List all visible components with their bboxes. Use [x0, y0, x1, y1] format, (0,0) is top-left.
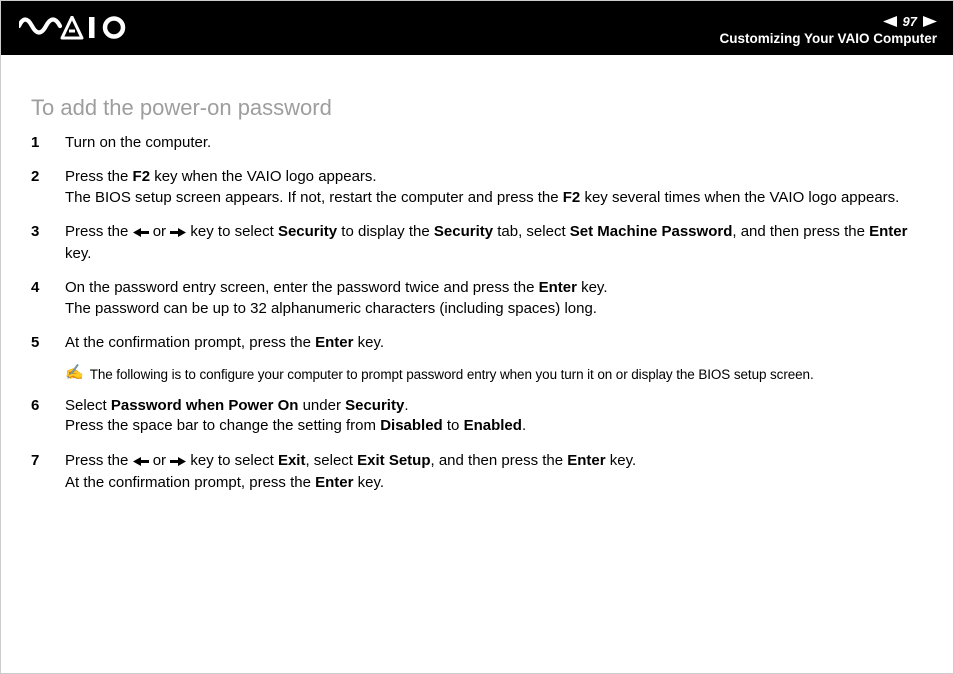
note-text: The following is to configure your compu…: [90, 367, 814, 382]
key-enter: Enter: [869, 223, 907, 240]
t: On the password entry screen, enter the …: [65, 279, 539, 296]
vaio-logo: [19, 16, 129, 40]
step-4: On the password entry screen, enter the …: [31, 278, 923, 319]
bold: Enabled: [464, 417, 522, 434]
note-block: ✍ The following is to configure your com…: [65, 367, 923, 382]
t: key.: [606, 452, 637, 469]
t: key when the VAIO logo appears.: [150, 168, 377, 185]
t: key.: [353, 474, 384, 491]
nav-prev-icon[interactable]: [883, 16, 897, 27]
note-icon: ✍: [65, 365, 84, 380]
t: under: [298, 397, 345, 414]
bold: Disabled: [380, 417, 443, 434]
t: , select: [305, 452, 357, 469]
bold: Exit: [278, 452, 306, 469]
nav-next-icon[interactable]: [923, 16, 937, 27]
page-heading: To add the power-on password: [31, 95, 923, 121]
t: Press the: [65, 452, 133, 469]
t: key several times when the VAIO logo app…: [580, 189, 899, 206]
key-enter: Enter: [315, 474, 353, 491]
t: Press the: [65, 223, 133, 240]
t: to display the: [337, 223, 434, 240]
arrow-left-icon: [133, 453, 149, 473]
t: , and then press the: [732, 223, 869, 240]
step-6: Select Password when Power On under Secu…: [31, 396, 923, 437]
t: tab, select: [493, 223, 570, 240]
t: or: [149, 223, 171, 240]
page-number: 97: [901, 14, 919, 29]
t: .: [522, 417, 526, 434]
arrow-right-icon: [170, 224, 186, 244]
step-5: At the confirmation prompt, press the En…: [31, 333, 923, 353]
arrow-right-icon: [170, 453, 186, 473]
t: to: [443, 417, 464, 434]
t: key to select: [186, 452, 278, 469]
t: The password can be up to 32 alphanumeri…: [65, 300, 597, 317]
t: Press the: [65, 168, 133, 185]
t: The BIOS setup screen appears. If not, r…: [65, 189, 563, 206]
bold: Set Machine Password: [570, 223, 733, 240]
content-area: To add the power-on password Turn on the…: [1, 55, 953, 493]
key-enter: Enter: [567, 452, 605, 469]
steps-list: Turn on the computer. Press the F2 key w…: [31, 133, 923, 353]
step-1: Turn on the computer.: [31, 133, 923, 153]
t: key to select: [186, 223, 278, 240]
bold: Security: [278, 223, 337, 240]
t: or: [149, 452, 171, 469]
t: key.: [353, 334, 384, 351]
key-enter: Enter: [539, 279, 577, 296]
header-right: 97 Customizing Your VAIO Computer: [719, 14, 937, 46]
section-title: Customizing Your VAIO Computer: [719, 31, 937, 46]
key-enter: Enter: [315, 334, 353, 351]
steps-list-cont: Select Password when Power On under Secu…: [31, 396, 923, 493]
t: key.: [577, 279, 608, 296]
step-7: Press the or key to select Exit, select …: [31, 451, 923, 494]
arrow-left-icon: [133, 224, 149, 244]
t: Select: [65, 397, 111, 414]
t: .: [404, 397, 408, 414]
step-2: Press the F2 key when the VAIO logo appe…: [31, 167, 923, 208]
key-f2: F2: [133, 168, 151, 185]
page-nav: 97: [719, 14, 937, 29]
step-text: Turn on the computer.: [65, 134, 211, 151]
bold: Security: [434, 223, 493, 240]
step-3: Press the or key to select Security to d…: [31, 222, 923, 265]
key-f2: F2: [563, 189, 581, 206]
header-bar: 97 Customizing Your VAIO Computer: [1, 1, 953, 55]
t: , and then press the: [431, 452, 568, 469]
t: At the confirmation prompt, press the: [65, 334, 315, 351]
t: At the confirmation prompt, press the: [65, 474, 315, 491]
bold: Exit Setup: [357, 452, 430, 469]
bold: Security: [345, 397, 404, 414]
t: key.: [65, 245, 91, 262]
t: Press the space bar to change the settin…: [65, 417, 380, 434]
bold: Password when Power On: [111, 397, 299, 414]
